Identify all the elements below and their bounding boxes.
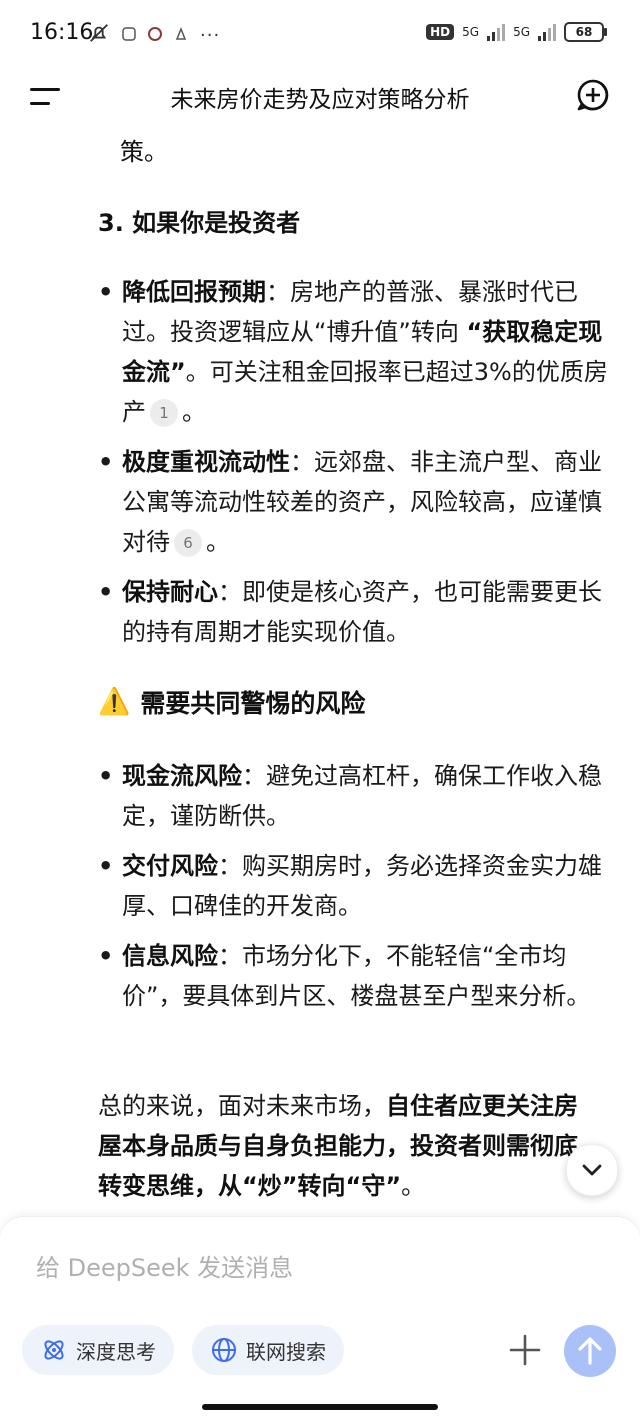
- atom-icon: [44, 1340, 64, 1360]
- attach-button[interactable]: [506, 1331, 544, 1369]
- status-time: 16:16: [30, 20, 94, 45]
- home-indicator[interactable]: [202, 1404, 438, 1410]
- item-title: 交付风险: [122, 852, 218, 880]
- battery-icon: 68: [564, 22, 607, 42]
- globe-icon: [212, 1338, 236, 1362]
- status-notification-icons: ···: [88, 22, 220, 48]
- summary-text: 总的来说，面对未来市场，: [98, 1092, 386, 1120]
- list-item: 保持耐心：即使是核心资产，也可能需要更长的持有周期才能实现价值。: [98, 572, 618, 652]
- deep-think-label: 深度思考: [76, 1339, 156, 1364]
- send-button[interactable]: [564, 1325, 616, 1377]
- page-title: 未来房价走势及应对策略分析: [170, 87, 470, 113]
- network-type-2: 5G: [513, 25, 530, 39]
- app-header: 未来房价走势及应对策略分析: [0, 70, 640, 122]
- citation-badge[interactable]: 1: [150, 399, 178, 427]
- signal-icon-1: [487, 23, 506, 41]
- hd-voice-icon: HD: [426, 24, 455, 40]
- list-item: 信息风险：市场分化下，不能轻信“全市均价”，要具体到片区、楼盘甚至户型来分析。: [98, 936, 618, 1016]
- app-notification-icon-3: [174, 26, 188, 45]
- message-input[interactable]: [34, 1247, 558, 1289]
- item-tail: 。: [182, 398, 206, 426]
- message-composer: 深度思考 联网搜索: [0, 1216, 640, 1423]
- warning-icon: ⚠️: [98, 687, 131, 717]
- list-item: 交付风险：购买期房时，务必选择资金实力雄厚、口碑佳的开发商。: [98, 846, 618, 926]
- item-title: 保持耐心: [122, 578, 218, 606]
- summary-tail: 。: [401, 1172, 426, 1200]
- continued-text: 策。: [120, 138, 168, 166]
- status-system-icons: HD 5G 5G 68: [426, 22, 607, 42]
- new-chat-icon: [577, 79, 609, 111]
- plus-icon: [509, 1334, 541, 1366]
- app-notification-icon-2: [148, 26, 162, 45]
- summary-paragraph: 总的来说，面对未来市场，自住者应更关注房屋本身品质与自身负担能力，投资者则需彻底…: [98, 1086, 598, 1206]
- web-search-toggle[interactable]: 联网搜索: [192, 1325, 344, 1375]
- risk-heading-text: 需要共同警惕的风险: [140, 689, 366, 718]
- investor-list: 降低回报预期：房地产的普涨、暴涨时代已过。投资逻辑应从“博升值”转向 “获取稳定…: [98, 272, 618, 662]
- item-title: 现金流风险: [122, 762, 242, 790]
- mute-bell-icon: [88, 22, 110, 48]
- signal-icon-2: [538, 23, 556, 41]
- more-notifications-icon: ···: [200, 24, 221, 46]
- citation-badge[interactable]: 6: [174, 529, 202, 557]
- app-notification-icon: [122, 26, 136, 45]
- item-tail: 。: [206, 528, 230, 556]
- chevron-down-icon: [582, 1164, 602, 1176]
- deep-think-toggle[interactable]: 深度思考: [22, 1325, 174, 1375]
- item-title: 极度重视流动性: [122, 448, 290, 476]
- item-title: 信息风险: [122, 942, 218, 970]
- new-chat-button[interactable]: [576, 78, 610, 112]
- arrow-up-icon: [578, 1337, 602, 1365]
- scroll-to-bottom-button[interactable]: [566, 1144, 618, 1196]
- list-item: 极度重视流动性：远郊盘、非主流户型、商业公寓等流动性较差的资产，风险较高，应谨慎…: [98, 442, 618, 562]
- section-heading-risks: ⚠️ 需要共同警惕的风险: [98, 684, 365, 720]
- list-item: 降低回报预期：房地产的普涨、暴涨时代已过。投资逻辑应从“博升值”转向 “获取稳定…: [98, 272, 618, 432]
- section-heading-investor: 3. 如果你是投资者: [98, 209, 301, 237]
- web-search-label: 联网搜索: [246, 1339, 326, 1364]
- risk-list: 现金流风险：避免过高杠杆，确保工作收入稳定，谨防断供。 交付风险：购买期房时，务…: [98, 756, 618, 1026]
- list-item: 现金流风险：避免过高杠杆，确保工作收入稳定，谨防断供。: [98, 756, 618, 836]
- item-title: 降低回报预期: [122, 278, 266, 306]
- status-bar: 16:16 ··· HD 5G 5G 68: [0, 0, 640, 70]
- network-type-1: 5G: [462, 25, 480, 39]
